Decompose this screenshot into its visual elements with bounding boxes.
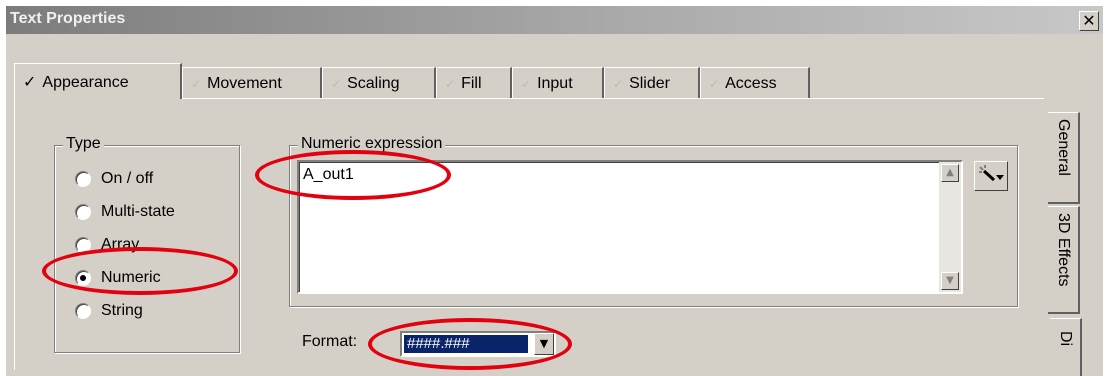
side-tab-general[interactable]: General	[1048, 112, 1080, 204]
radio-button[interactable]	[75, 237, 91, 253]
title-bar[interactable]: Text Properties ✕	[6, 6, 1103, 34]
radio-selected-dot	[80, 275, 86, 281]
type-group: Type On / off Multi-state Array Numeric …	[54, 135, 240, 353]
side-tab-display[interactable]: Di	[1050, 318, 1082, 376]
check-icon: ✓	[445, 77, 456, 91]
radio-button[interactable]	[75, 171, 91, 187]
format-dropdown-button[interactable]: ▼	[534, 333, 554, 355]
magic-wand-icon	[979, 165, 1004, 182]
format-value: ####.###	[404, 335, 528, 353]
close-button[interactable]: ✕	[1079, 11, 1099, 31]
scroll-down-icon: ▼	[946, 275, 954, 286]
tab-scaling[interactable]: ✓ Scaling	[322, 67, 436, 98]
side-tab-3d-effects[interactable]: 3D Effects	[1048, 206, 1080, 314]
close-icon: ✕	[1082, 11, 1096, 30]
vertical-scrollbar[interactable]: ▲ ▼	[939, 162, 961, 292]
check-icon: ✓	[191, 77, 202, 91]
numeric-expression-input[interactable]: A_out1 ▲ ▼	[297, 160, 963, 294]
format-select[interactable]: ####.### ▼	[400, 331, 556, 357]
check-icon: ✓	[521, 77, 532, 91]
tab-input[interactable]: ✓ Input	[512, 67, 604, 98]
dialog-title: Text Properties	[10, 10, 126, 27]
check-icon: ✓	[709, 77, 720, 91]
radio-button[interactable]	[75, 270, 91, 286]
tab-appearance[interactable]: ✓ Appearance	[14, 63, 182, 99]
expression-value: A_out1	[303, 166, 354, 183]
chevron-down-icon: ▼	[539, 337, 549, 350]
tab-movement[interactable]: ✓ Movement	[182, 67, 322, 98]
check-icon: ✓	[331, 77, 342, 91]
radio-button[interactable]	[75, 303, 91, 319]
type-group-title: Type	[63, 135, 104, 153]
numeric-expression-title: Numeric expression	[298, 135, 446, 153]
tab-fill[interactable]: ✓ Fill	[436, 67, 512, 98]
scroll-up-button[interactable]: ▲	[941, 164, 959, 182]
check-icon: ✓	[613, 77, 624, 91]
expression-wizard-button[interactable]	[974, 161, 1008, 191]
tab-access[interactable]: ✓ Access	[700, 67, 810, 98]
scroll-down-button[interactable]: ▼	[941, 272, 959, 290]
scroll-up-icon: ▲	[946, 167, 954, 178]
check-icon: ✓	[23, 72, 37, 91]
radio-button[interactable]	[75, 204, 91, 220]
format-label: Format:	[302, 333, 358, 350]
tab-slider[interactable]: ✓ Slider	[604, 67, 700, 98]
